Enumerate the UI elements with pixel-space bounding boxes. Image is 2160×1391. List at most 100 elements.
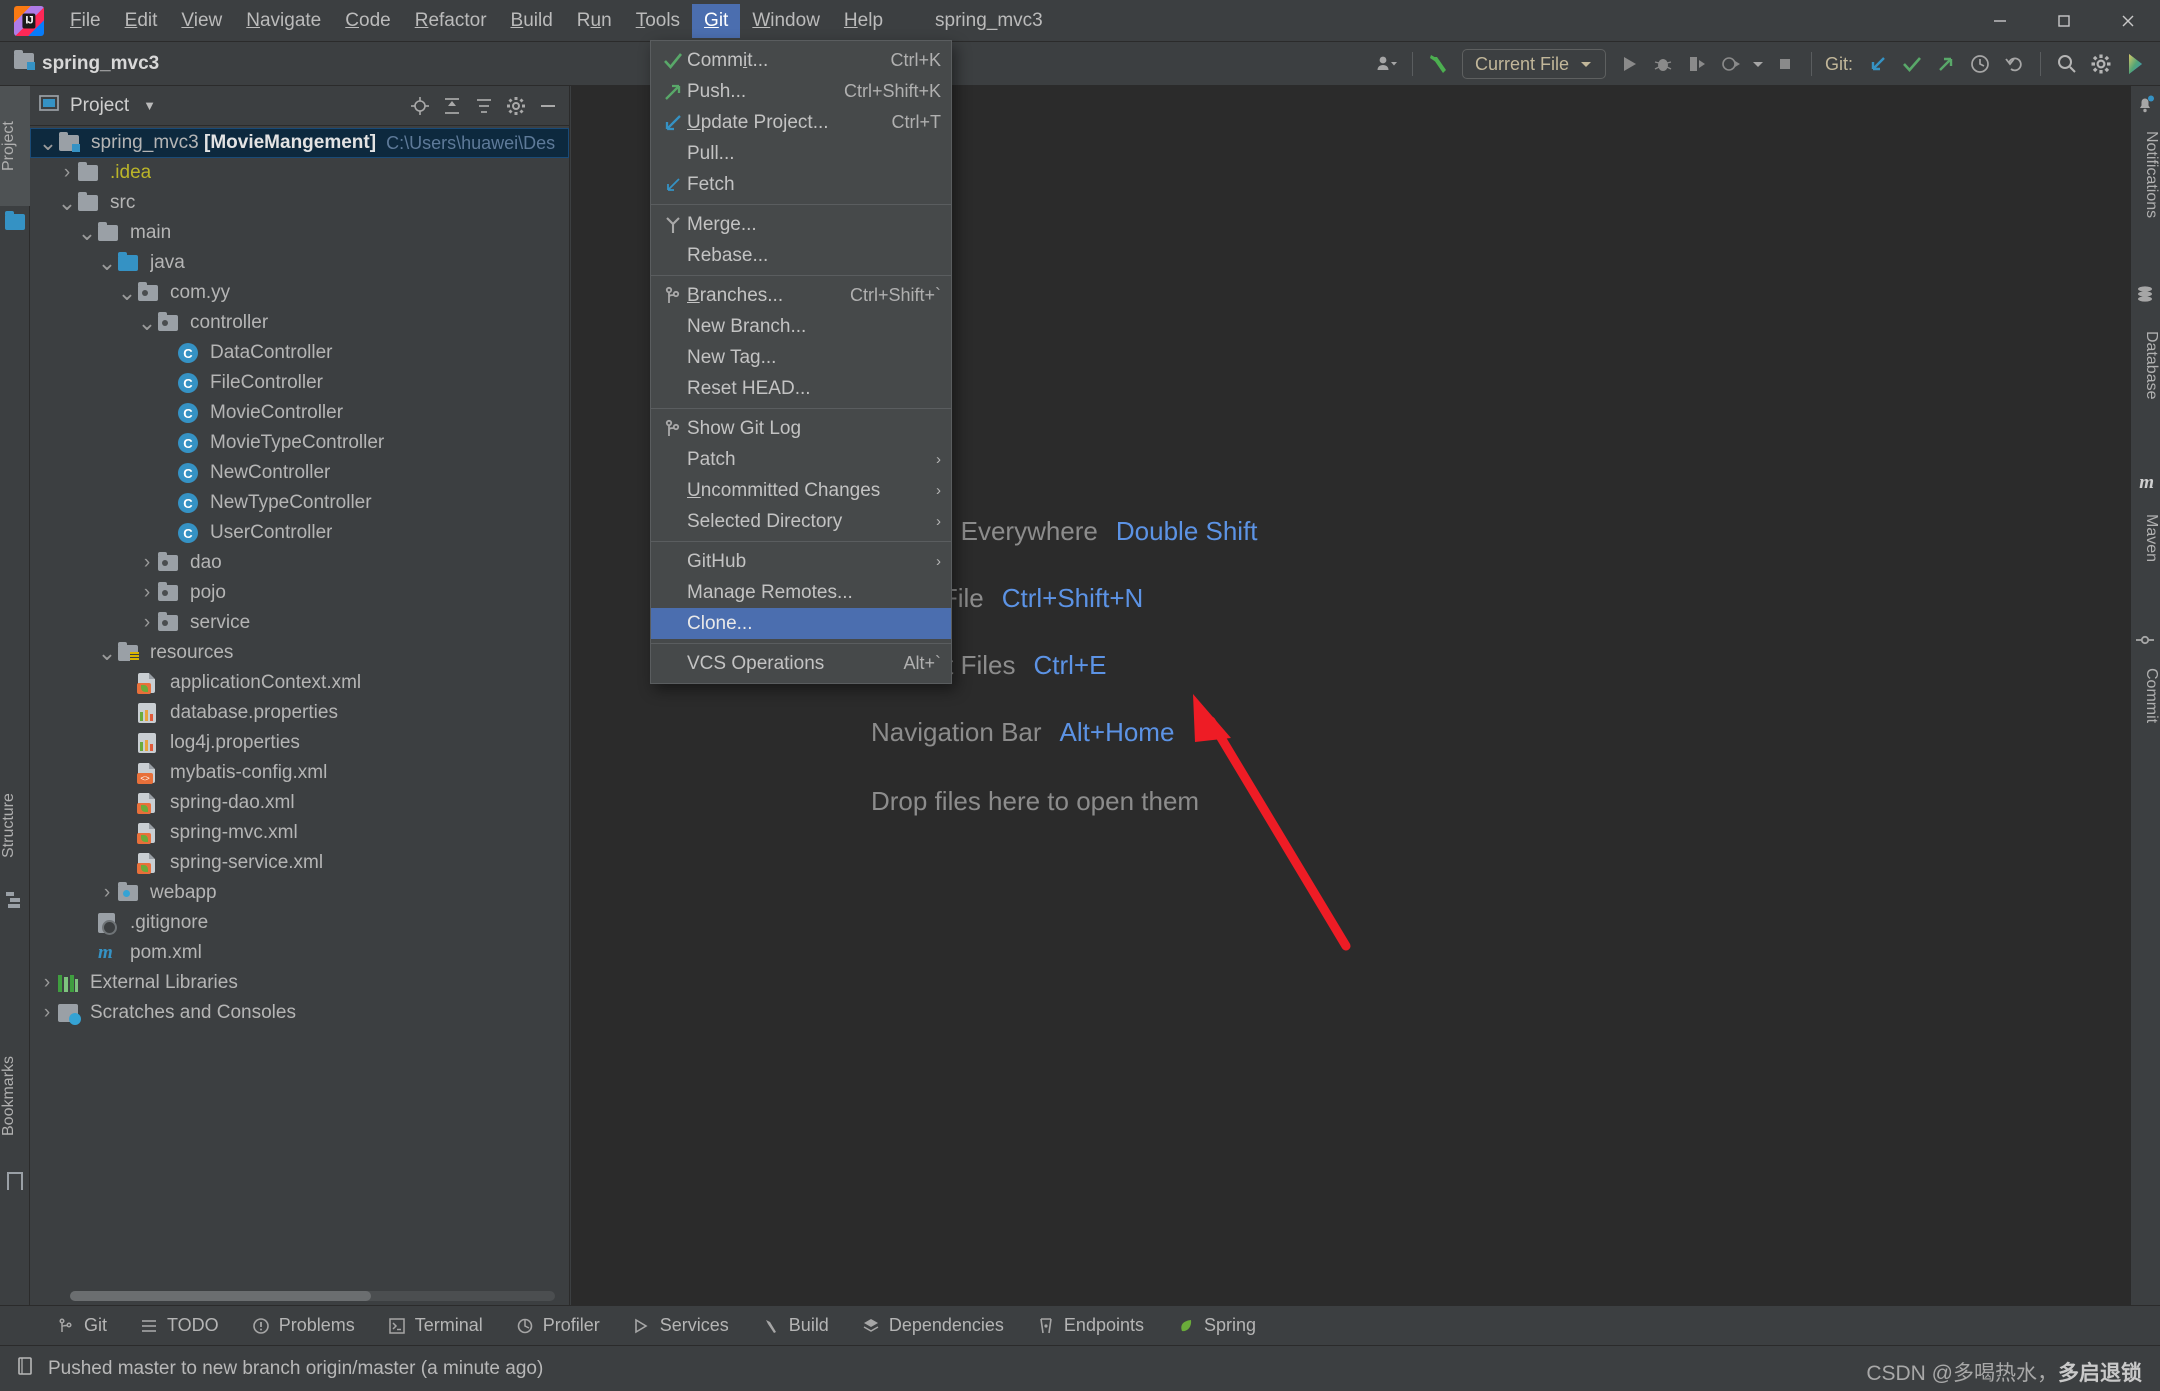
git-menu-item-rebase[interactable]: Rebase... — [651, 240, 951, 271]
project-horizontal-scrollbar[interactable] — [70, 1291, 555, 1301]
tree-node-applicationcontext.xml[interactable]: applicationContext.xml — [30, 668, 569, 698]
breadcrumb[interactable]: spring_mvc3 — [14, 50, 159, 75]
select-opened-file-icon[interactable] — [407, 93, 433, 119]
tree-node-database.properties[interactable]: database.properties — [30, 698, 569, 728]
profile-button[interactable] — [1714, 47, 1748, 81]
chevron-right-icon[interactable]: › — [136, 612, 158, 634]
tree-node-filecontroller[interactable]: C FileController — [30, 368, 569, 398]
git-dropdown-menu[interactable]: Commit... Ctrl+K Push... Ctrl+Shift+K Update… — [650, 40, 952, 684]
bottom-tool-profiler[interactable]: Profiler — [499, 1309, 616, 1343]
hide-panel-icon[interactable] — [535, 93, 561, 119]
git-menu-item-patch[interactable]: Patch › — [651, 444, 951, 475]
bottom-tool-spring[interactable]: Spring — [1160, 1309, 1272, 1343]
tree-node-scratches-and-consoles[interactable]: › Scratches and Consoles — [30, 998, 569, 1028]
chevron-down-icon[interactable]: ▼ — [143, 98, 156, 113]
tree-node-main[interactable]: ⌄ main — [30, 218, 569, 248]
menu-navigate[interactable]: Navigate — [234, 4, 333, 38]
chevron-right-icon[interactable]: › — [96, 882, 118, 904]
git-menu-item-show-git-log[interactable]: Show Git Log — [651, 413, 951, 444]
sidebar-item-database[interactable]: Database — [2130, 280, 2160, 430]
chevron-down-icon[interactable]: ⌄ — [96, 642, 118, 664]
bottom-tool-dependencies[interactable]: Dependencies — [845, 1309, 1020, 1343]
chevron-right-icon[interactable]: › — [56, 162, 78, 184]
chevron-down-icon[interactable]: ⌄ — [116, 282, 138, 304]
minimize-button[interactable] — [1968, 0, 2032, 42]
menu-git[interactable]: Git — [692, 3, 741, 38]
project-tree[interactable]: ⌄ spring_mvc3 [MovieMangement] C:\Users\hu… — [30, 126, 569, 1305]
git-menu-item-uncommitted-changes[interactable]: Uncommitted Changes › — [651, 475, 951, 506]
tree-node-external-libraries[interactable]: › External Libraries — [30, 968, 569, 998]
git-menu-item-fetch[interactable]: Fetch — [651, 169, 951, 200]
tree-node-spring-mvc3[interactable]: ⌄ spring_mvc3 [MovieMangement] C:\Users\hu… — [30, 128, 569, 158]
git-menu-item-manage-remotes[interactable]: Manage Remotes... — [651, 577, 951, 608]
sidebar-item-structure[interactable]: Structure — [0, 766, 30, 886]
chevron-down-icon[interactable]: ⌄ — [96, 252, 118, 274]
tree-node-.gitignore[interactable]: .gitignore — [30, 908, 569, 938]
chevron-down-icon[interactable]: ⌄ — [136, 312, 158, 334]
tree-node-newcontroller[interactable]: C NewController — [30, 458, 569, 488]
git-commit-icon[interactable] — [1895, 47, 1929, 81]
menu-file[interactable]: File — [58, 4, 113, 38]
menu-window[interactable]: Window — [740, 4, 832, 38]
bottom-tool-git[interactable]: Git — [40, 1309, 123, 1343]
git-menu-item-reset-head[interactable]: Reset HEAD... — [651, 373, 951, 404]
git-menu-item-github[interactable]: GitHub › — [651, 546, 951, 577]
git-menu-item-push[interactable]: Push... Ctrl+Shift+K — [651, 76, 951, 107]
stop-button[interactable] — [1768, 47, 1802, 81]
ide-feature-trainer-icon[interactable] — [2118, 47, 2152, 81]
tree-node-service[interactable]: › service — [30, 608, 569, 638]
history-icon[interactable] — [1963, 47, 1997, 81]
menu-build[interactable]: Build — [499, 4, 565, 38]
tree-node-usercontroller[interactable]: C UserController — [30, 518, 569, 548]
menu-code[interactable]: Code — [333, 4, 402, 38]
tree-node-spring-service.xml[interactable]: spring-service.xml — [30, 848, 569, 878]
search-icon[interactable] — [2050, 47, 2084, 81]
sidebar-item-commit[interactable]: Commit — [2130, 626, 2160, 746]
run-configuration-selector[interactable]: Current File — [1461, 49, 1606, 79]
git-menu-item-vcs-operations[interactable]: VCS Operations Alt+` — [651, 648, 951, 679]
gear-icon[interactable] — [2084, 47, 2118, 81]
chevron-right-icon[interactable]: › — [136, 582, 158, 604]
tree-node-mybatis-config.xml[interactable]: <> mybatis-config.xml — [30, 758, 569, 788]
tree-node-.idea[interactable]: › .idea — [30, 158, 569, 188]
tree-node-dao[interactable]: › dao — [30, 548, 569, 578]
chevron-right-icon[interactable]: › — [36, 1002, 58, 1024]
tree-node-log4j.properties[interactable]: log4j.properties — [30, 728, 569, 758]
sidebar-item-maven[interactable]: Maven — [2130, 468, 2160, 588]
tree-node-resources[interactable]: ⌄ resources — [30, 638, 569, 668]
git-menu-item-commit[interactable]: Commit... Ctrl+K — [651, 45, 951, 76]
build-hammer-icon[interactable] — [1422, 47, 1456, 81]
git-menu-item-merge[interactable]: Merge... — [651, 209, 951, 240]
menu-edit[interactable]: Edit — [113, 4, 170, 38]
git-menu-item-new-tag[interactable]: New Tag... — [651, 342, 951, 373]
tree-node-datacontroller[interactable]: C DataController — [30, 338, 569, 368]
menu-refactor[interactable]: Refactor — [403, 4, 499, 38]
user-account-icon[interactable] — [1369, 47, 1403, 81]
tree-node-webapp[interactable]: › webapp — [30, 878, 569, 908]
gear-icon[interactable] — [503, 93, 529, 119]
git-push-icon[interactable] — [1929, 47, 1963, 81]
chevron-down-icon[interactable]: ⌄ — [56, 192, 78, 214]
maximize-button[interactable] — [2032, 0, 2096, 42]
menu-help[interactable]: Help — [832, 4, 895, 38]
tree-node-pojo[interactable]: › pojo — [30, 578, 569, 608]
git-update-project-icon[interactable] — [1861, 47, 1895, 81]
chevron-down-icon[interactable]: ⌄ — [76, 222, 98, 244]
debug-button[interactable] — [1646, 47, 1680, 81]
tree-node-controller[interactable]: ⌄ controller — [30, 308, 569, 338]
tree-node-java[interactable]: ⌄ java — [30, 248, 569, 278]
git-menu-item-selected-directory[interactable]: Selected Directory › — [651, 506, 951, 537]
bottom-tool-todo[interactable]: TODO — [123, 1309, 235, 1343]
bottom-tool-problems[interactable]: Problems — [235, 1309, 371, 1343]
menu-tools[interactable]: Tools — [624, 4, 692, 38]
more-run-options-icon[interactable] — [1748, 47, 1768, 81]
tree-node-src[interactable]: ⌄ src — [30, 188, 569, 218]
tree-node-com.yy[interactable]: ⌄ com.yy — [30, 278, 569, 308]
run-with-coverage-button[interactable] — [1680, 47, 1714, 81]
run-button[interactable] — [1612, 47, 1646, 81]
bottom-tool-build[interactable]: Build — [745, 1309, 845, 1343]
scrollbar-thumb[interactable] — [70, 1291, 371, 1301]
tree-node-spring-mvc.xml[interactable]: spring-mvc.xml — [30, 818, 569, 848]
chevron-right-icon[interactable]: › — [36, 972, 58, 994]
chevron-right-icon[interactable]: › — [136, 552, 158, 574]
